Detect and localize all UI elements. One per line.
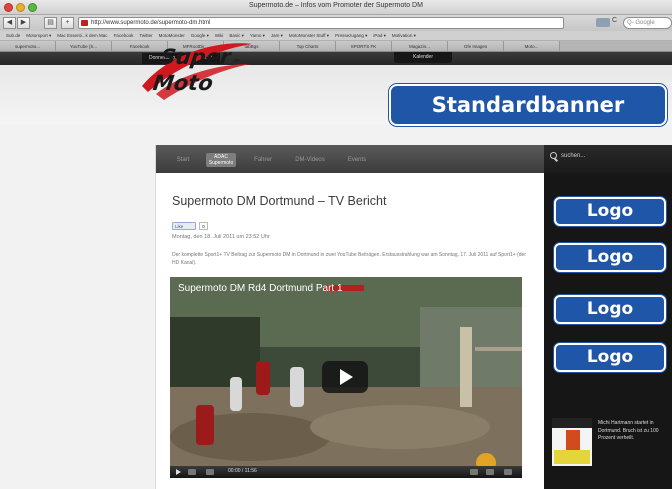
add-bookmark-button[interactable]: + (61, 17, 74, 29)
kalender-tab[interactable]: Kalender (394, 52, 452, 63)
article-date: Montag, den 18. Juli 2011 um 23:52 Uhr (172, 234, 270, 240)
bookmark-item[interactable]: Jam ▾ (271, 31, 283, 40)
tab-start[interactable]: Start (172, 153, 194, 167)
browser-tab[interactable]: Magazin... (392, 41, 448, 51)
fullscreen-icon[interactable] (504, 469, 512, 475)
tab-adac-supermoto[interactable]: ADAC Supermoto (206, 153, 236, 167)
logo-slot-4[interactable]: Logo (554, 343, 666, 372)
article-body: Der komplette Sport1+ TV Beitrag zur Sup… (172, 252, 526, 266)
sidebar-search-input[interactable]: suchen... (561, 153, 585, 159)
news-thumbnail[interactable] (552, 418, 592, 466)
window-titlebar: Supermoto.de – Infos vom Promoter der Su… (0, 0, 672, 15)
play-icon[interactable] (322, 361, 368, 393)
tab-fahrer[interactable]: Fahrer (248, 153, 278, 167)
reading-view-button[interactable]: ▤ (44, 17, 57, 29)
browser-toolbar: ◀ ▶ ▤ + http://www.supermoto.de/supermot… (0, 15, 672, 31)
standard-banner[interactable]: Standardbanner (389, 84, 667, 126)
tab-dm-videos[interactable]: DM-Videos (290, 153, 330, 167)
bookmark-item[interactable]: iPad ▾ (373, 31, 386, 40)
content-left-edge (155, 145, 156, 489)
bookmark-item[interactable]: Pressezugang ▾ (335, 31, 367, 40)
address-bar-url: http://www.supermoto.de/supermoto-dm.htm… (91, 20, 211, 26)
logo-slot-2[interactable]: Logo (554, 243, 666, 272)
browser-tab[interactable]: Top Charts (280, 41, 336, 51)
browser-tabs: supermoto... YouTube (S... Facebook MFRootD… (0, 41, 672, 52)
logo-slot-1[interactable]: Logo (554, 197, 666, 226)
bookmark-item[interactable]: Mac Essenti...k dem Mac (57, 31, 107, 40)
bookmark-item[interactable]: Facebook (114, 31, 134, 40)
hd-icon[interactable] (470, 469, 478, 475)
rss-icon[interactable] (596, 18, 610, 27)
browser-tab[interactable]: Gfe Images (448, 41, 504, 51)
site-top-nav: Donnerstag, 11. August 2011 Kalender (0, 52, 672, 65)
favicon-icon (81, 20, 88, 26)
logo-slot-3[interactable]: Logo (554, 295, 666, 324)
address-bar[interactable]: http://www.supermoto.de/supermoto-dm.htm… (78, 17, 564, 29)
sidebar-news-text[interactable]: Michi Hartmann startet in Dortmund. Bruc… (598, 420, 672, 443)
video-controls: 00:00 / 11:56 (170, 466, 522, 478)
facebook-like-count: 0 (199, 222, 208, 230)
logo-text-super: Super (159, 44, 234, 69)
volume-icon[interactable] (206, 469, 214, 475)
article-title[interactable]: Supermoto DM Dortmund – TV Bericht (172, 194, 386, 208)
facebook-like-button[interactable]: Like (172, 222, 196, 230)
browser-tab[interactable]: Moto... (504, 41, 560, 51)
bookmark-item[interactable]: MotoMonster Stuff ▾ (289, 31, 329, 40)
video-play-icon[interactable] (176, 469, 181, 475)
settings-icon[interactable] (486, 469, 494, 475)
browser-tab[interactable]: SPORTS FK (336, 41, 392, 51)
browser-search-input[interactable]: Q- Google (623, 17, 672, 29)
forward-button[interactable]: ▶ (17, 17, 30, 29)
bookmarks-bar: Sub.de Motorsport ▾ Mac Essenti...k dem Ma… (0, 31, 672, 41)
browser-tab[interactable]: supermoto... (0, 41, 56, 51)
logo-text-suffix: .de (232, 58, 240, 64)
tab-events[interactable]: Events (342, 153, 372, 167)
bookmark-item[interactable]: Motorsport ▾ (26, 31, 51, 40)
sidebar-search-bar (544, 145, 672, 173)
logo-text-moto: Moto (151, 70, 214, 95)
reload-button[interactable]: C (612, 17, 617, 24)
video-title: Supermoto DM Rd4 Dortmund Part 1 (178, 283, 343, 294)
video-time: 00:00 / 11:56 (228, 468, 257, 474)
bookmark-item[interactable]: Sub.de (6, 31, 20, 40)
window-title: Supermoto.de – Infos vom Promoter der Su… (249, 2, 423, 9)
video-player[interactable]: Supermoto DM Rd4 Dortmund Part 1 00:00 /… (170, 277, 522, 478)
previous-icon[interactable] (188, 469, 196, 475)
search-icon[interactable] (550, 152, 557, 159)
bookmark-item[interactable]: Motivation ▾ (392, 31, 416, 40)
content-tab-bar: Start ADAC Supermoto Fahrer DM-Videos Ev… (156, 145, 544, 173)
back-button[interactable]: ◀ (3, 17, 16, 29)
browser-tab[interactable]: YouTube (S... (56, 41, 112, 51)
supermoto-logo[interactable]: Super Moto .de (140, 34, 255, 104)
